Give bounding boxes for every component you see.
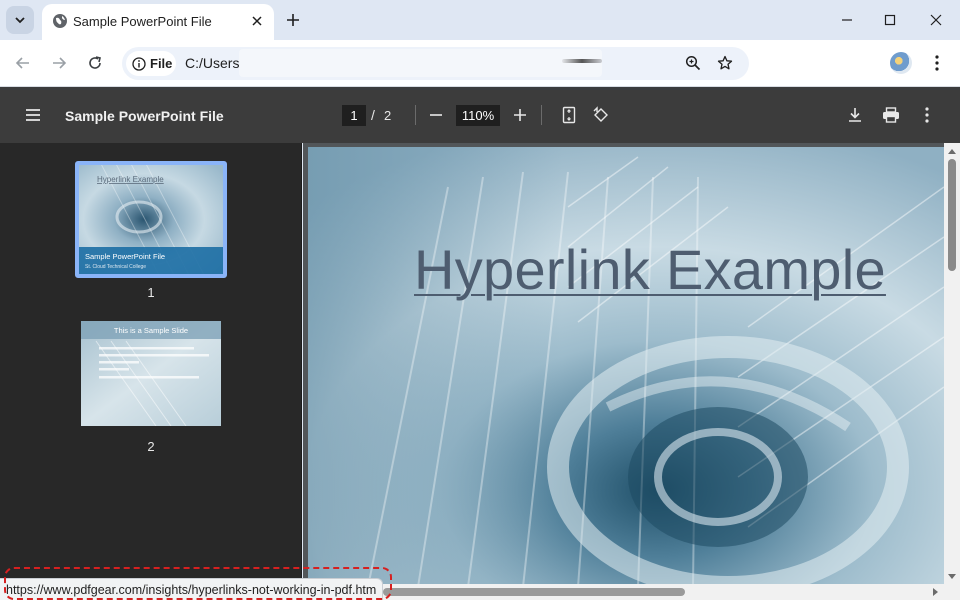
page-number-input[interactable]: 1 [342,105,366,126]
thumbnail-page-2[interactable]: This is a Sample Slide [81,321,221,426]
close-icon [252,16,262,26]
bookmark-button[interactable] [714,52,736,74]
forward-button[interactable] [46,50,72,76]
scroll-up-icon[interactable] [944,145,960,157]
thumbnail-sidebar: Hyperlink Example Sample PowerPoint File… [0,143,302,600]
window-close-button[interactable] [918,6,954,34]
tab-search-button[interactable] [6,6,34,34]
redacted-region [239,49,602,77]
rotate-button[interactable] [590,104,612,126]
slide-2-thumbnail-image: This is a Sample Slide [81,321,221,426]
plus-icon [514,109,526,121]
tab-strip: Sample PowerPoint File [0,0,960,40]
more-vert-icon [925,107,929,123]
horizontal-scrollbar[interactable] [303,584,960,600]
link-status-bubble: https://www.pdfgear.com/insights/hyperli… [0,578,384,600]
pdf-toolbar: Sample PowerPoint File 1 / 2 110% [0,87,960,143]
browser-tab[interactable]: Sample PowerPoint File [42,4,274,40]
star-icon [717,55,733,70]
thumb2-title: This is a Sample Slide [114,326,188,335]
zoom-in-button[interactable] [509,104,531,126]
scroll-right-icon[interactable] [930,584,942,600]
close-icon [930,14,942,26]
back-button[interactable] [10,50,36,76]
scheme-label: File [150,56,173,71]
fit-page-icon [562,106,576,124]
minus-icon [430,114,442,116]
minimize-button[interactable] [829,6,865,34]
thumbnail-page-1[interactable]: Hyperlink Example Sample PowerPoint File… [75,161,227,278]
vertical-scrollbar[interactable] [944,143,960,585]
sidebar-toggle-button[interactable] [22,104,44,126]
more-vert-icon [935,55,939,71]
hamburger-icon [26,109,40,121]
download-icon [849,108,861,122]
arrow-right-icon [53,57,67,69]
info-icon [132,56,146,71]
minimize-icon [842,19,852,21]
zoom-button[interactable] [682,52,704,74]
browser-menu-button[interactable] [926,52,948,74]
thumb1-footer: Sample PowerPoint File [85,252,165,261]
url-text: C:/Users/ [185,55,244,71]
print-icon [883,107,899,123]
page-separator: / [371,107,375,123]
horizontal-scroll-thumb[interactable] [383,588,685,596]
pdf-page-viewport[interactable]: Hyperlink Example [303,143,960,600]
zoom-level-input[interactable]: 110% [456,105,500,126]
arrow-left-icon [15,57,29,69]
more-options-button[interactable] [916,104,938,126]
rotate-icon [593,106,608,122]
slide-1-thumbnail-image: Hyperlink Example Sample PowerPoint File… [79,165,223,274]
print-button[interactable] [880,104,902,126]
browser-toolbar: File C:/Users/ [0,40,960,87]
slide-background-image [308,147,944,587]
pdf-page-1: Hyperlink Example [308,147,944,587]
slide-hyperlink-title[interactable]: Hyperlink Example [414,237,886,302]
chevron-down-icon [15,17,25,24]
thumb1-subtitle: St. Cloud Technical College [85,264,146,270]
thumbnail-label-2: 2 [147,439,155,454]
zoom-out-button[interactable] [425,104,447,126]
divider [541,105,542,125]
plus-icon [287,14,299,26]
thumb1-title: Hyperlink Example [97,175,164,184]
fit-page-button[interactable] [558,104,580,126]
globe-icon [53,14,67,28]
document-title: Sample PowerPoint File [65,108,224,124]
zoom-icon [685,55,701,71]
reload-icon [89,56,101,69]
page-total: 2 [384,108,392,123]
profile-avatar[interactable] [890,52,912,74]
redaction-mark [562,59,602,63]
address-bar[interactable]: File C:/Users/ [122,47,749,80]
tab-close-button[interactable] [248,12,266,30]
divider [415,105,416,125]
reload-button[interactable] [82,50,108,76]
tab-title: Sample PowerPoint File [73,14,212,29]
maximize-icon [884,14,896,26]
vertical-scroll-thumb[interactable] [948,159,956,271]
maximize-button[interactable] [872,6,908,34]
thumbnail-label-1: 1 [147,285,155,300]
new-tab-button[interactable] [282,9,304,31]
download-button[interactable] [844,104,866,126]
site-info-chip[interactable]: File [126,51,176,76]
scroll-down-icon[interactable] [944,571,960,583]
